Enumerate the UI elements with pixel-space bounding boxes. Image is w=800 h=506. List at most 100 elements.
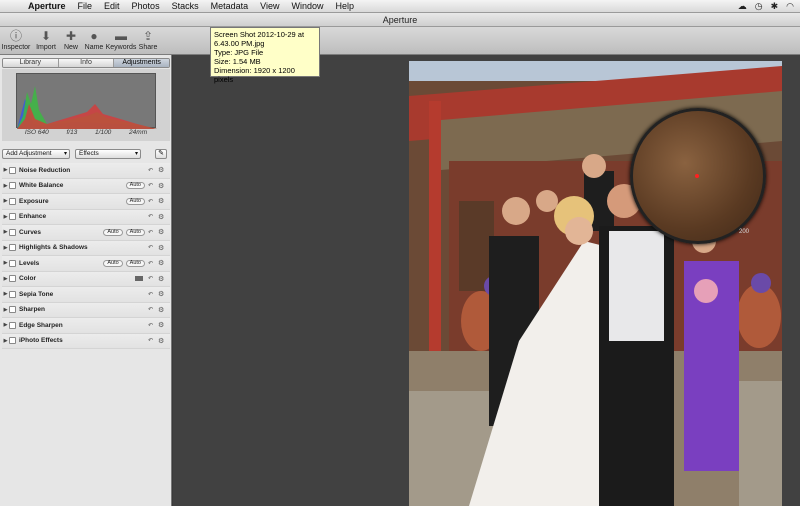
toolbar: ⓘ Inspector ⬇ Import ✚ New ● Name ▬ Keyw…: [0, 27, 800, 55]
disclosure-triangle-icon[interactable]: ▶: [2, 307, 9, 313]
tab-info[interactable]: Info: [58, 59, 115, 67]
menu-file[interactable]: File: [72, 0, 99, 13]
disclosure-triangle-icon[interactable]: ▶: [2, 276, 9, 282]
tab-library[interactable]: Library: [3, 59, 59, 67]
enable-checkbox[interactable]: [9, 182, 16, 190]
adjustment-iphoto-effects[interactable]: ▶ iPhoto Effects ↶ ⚙: [2, 333, 170, 349]
color-view-icon[interactable]: [135, 276, 143, 282]
inspector-button[interactable]: ⓘ Inspector: [0, 29, 32, 55]
enable-checkbox[interactable]: [9, 259, 16, 267]
enable-checkbox[interactable]: [9, 321, 16, 329]
reset-icon[interactable]: ↶: [148, 322, 158, 329]
inspector-label: Inspector: [1, 44, 31, 51]
enable-checkbox[interactable]: [9, 244, 16, 252]
time-machine-icon[interactable]: ◷: [755, 1, 763, 12]
reset-icon[interactable]: ↶: [148, 213, 158, 220]
reset-icon[interactable]: ↶: [148, 306, 158, 313]
histogram: [16, 73, 157, 129]
auto-button[interactable]: Auto: [125, 182, 145, 190]
auto-rgb-button[interactable]: Auto: [125, 228, 145, 236]
enable-checkbox[interactable]: [9, 290, 16, 298]
gear-icon[interactable]: ⚙: [158, 321, 170, 329]
info-icon: ⓘ: [9, 29, 22, 43]
adjustment-highlights-shadows[interactable]: ▶ Highlights & Shadows ↶ ⚙: [2, 240, 170, 256]
focal-length-value: 24mm: [129, 129, 148, 136]
gear-icon[interactable]: ⚙: [158, 259, 170, 267]
disclosure-triangle-icon[interactable]: ▶: [2, 260, 9, 266]
gear-icon[interactable]: ⚙: [158, 244, 170, 252]
bluetooth-icon[interactable]: ✱: [771, 1, 779, 12]
menu-metadata[interactable]: Metadata: [205, 0, 255, 13]
disclosure-triangle-icon[interactable]: ▶: [2, 245, 9, 251]
menu-view[interactable]: View: [254, 0, 285, 13]
disclosure-triangle-icon[interactable]: ▶: [2, 229, 9, 235]
adjustment-sharpen[interactable]: ▶ Sharpen ↶ ⚙: [2, 302, 170, 318]
add-adjustment-dropdown[interactable]: Add Adjustment: [2, 148, 70, 159]
adjustment-sepia-tone[interactable]: ▶ Sepia Tone ↶ ⚙: [2, 287, 170, 303]
reset-icon[interactable]: ↶: [148, 337, 158, 344]
gear-icon[interactable]: ⚙: [158, 228, 170, 236]
enable-checkbox[interactable]: [9, 228, 16, 236]
adjustment-levels[interactable]: ▶ Levels Auto Auto ↶ ⚙: [2, 256, 170, 272]
loupe[interactable]: 200: [630, 108, 766, 244]
enable-checkbox[interactable]: [9, 166, 16, 174]
gear-icon[interactable]: ⚙: [158, 275, 170, 283]
reset-icon[interactable]: ↶: [148, 260, 158, 267]
menu-help[interactable]: Help: [330, 0, 361, 13]
auto-luminance-button[interactable]: Auto: [103, 228, 123, 236]
menu-window[interactable]: Window: [285, 0, 329, 13]
adjustment-curves[interactable]: ▶ Curves Auto Auto ↶ ⚙: [2, 225, 170, 241]
adjustment-white-balance[interactable]: ▶ White Balance Auto ↶ ⚙: [2, 178, 170, 194]
adjustment-noise-reduction[interactable]: ▶ Noise Reduction ↶ ⚙: [2, 163, 170, 179]
effects-dropdown[interactable]: Effects: [75, 148, 141, 159]
disclosure-triangle-icon[interactable]: ▶: [2, 322, 9, 328]
auto-enhance-wand-icon[interactable]: ✎: [155, 148, 167, 159]
enable-checkbox[interactable]: [9, 337, 16, 345]
gear-icon[interactable]: ⚙: [158, 306, 170, 314]
reset-icon[interactable]: ↶: [148, 291, 158, 298]
reset-icon[interactable]: ↶: [148, 275, 158, 282]
adjustment-enhance[interactable]: ▶ Enhance ↶ ⚙: [2, 209, 170, 225]
loupe-zoom-level[interactable]: 200: [739, 229, 749, 235]
gear-icon[interactable]: ⚙: [158, 197, 170, 205]
reset-icon[interactable]: ↶: [148, 167, 158, 174]
disclosure-triangle-icon[interactable]: ▶: [2, 198, 9, 204]
share-icon: ⇪: [142, 29, 154, 43]
reset-icon[interactable]: ↶: [148, 229, 158, 236]
auto-button[interactable]: Auto: [125, 197, 145, 205]
adjustment-edge-sharpen[interactable]: ▶ Edge Sharpen ↶ ⚙: [2, 318, 170, 334]
adjustment-label: Sepia Tone: [19, 290, 54, 298]
disclosure-triangle-icon[interactable]: ▶: [2, 167, 9, 173]
disclosure-triangle-icon[interactable]: ▶: [2, 214, 9, 220]
gear-icon[interactable]: ⚙: [158, 182, 170, 190]
reset-icon[interactable]: ↶: [148, 182, 158, 189]
enable-checkbox[interactable]: [9, 275, 16, 283]
tooltip-filename-line2: 6.43.00 PM.jpg: [214, 39, 265, 48]
wifi-icon[interactable]: ◠: [786, 1, 794, 12]
reset-icon[interactable]: ↶: [148, 244, 158, 251]
disclosure-triangle-icon[interactable]: ▶: [2, 291, 9, 297]
shutter-value: 1/100: [95, 129, 112, 136]
menu-edit[interactable]: Edit: [98, 0, 126, 13]
gear-icon[interactable]: ⚙: [158, 166, 170, 174]
menu-aperture[interactable]: Aperture: [22, 0, 72, 13]
tab-adjustments[interactable]: Adjustments: [114, 59, 169, 67]
menu-photos[interactable]: Photos: [126, 0, 166, 13]
import-label: Import: [36, 44, 56, 51]
reset-icon[interactable]: ↶: [148, 198, 158, 205]
gear-icon[interactable]: ⚙: [158, 213, 170, 221]
gear-icon[interactable]: ⚙: [158, 337, 170, 345]
disclosure-triangle-icon[interactable]: ▶: [2, 183, 9, 189]
disclosure-triangle-icon[interactable]: ▶: [2, 338, 9, 344]
gear-icon[interactable]: ⚙: [158, 290, 170, 298]
adjustment-color[interactable]: ▶ Color ↶ ⚙: [2, 271, 170, 287]
enable-checkbox[interactable]: [9, 197, 16, 205]
share-button[interactable]: ⇪ Share: [132, 29, 164, 55]
adjustment-exposure[interactable]: ▶ Exposure Auto ↶ ⚙: [2, 194, 170, 210]
menu-stacks[interactable]: Stacks: [166, 0, 205, 13]
enable-checkbox[interactable]: [9, 306, 16, 314]
auto-luminance-button[interactable]: Auto: [103, 259, 123, 267]
cloud-icon[interactable]: ☁: [738, 1, 747, 12]
auto-rgb-button[interactable]: Auto: [125, 259, 145, 267]
enable-checkbox[interactable]: [9, 213, 16, 221]
